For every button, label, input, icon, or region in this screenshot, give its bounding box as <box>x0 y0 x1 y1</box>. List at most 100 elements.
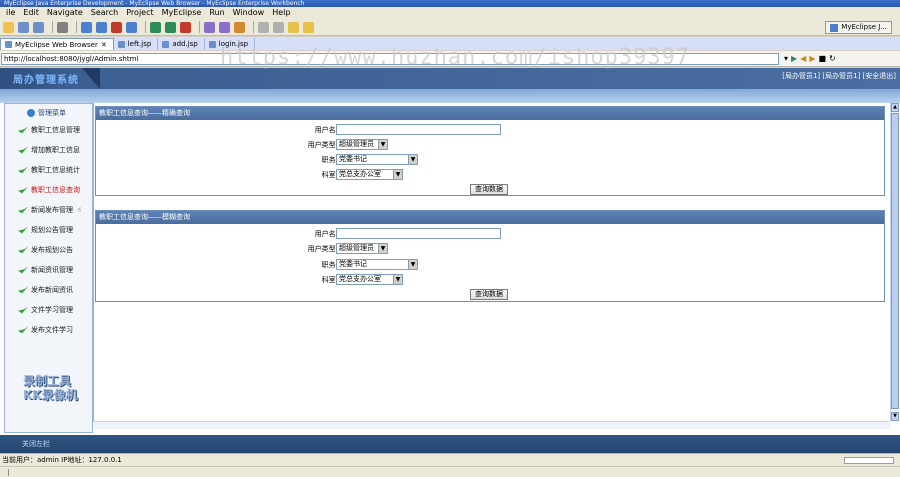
tab-web-browser[interactable]: MyEclipse Web Browser ✕ <box>0 38 114 50</box>
chevron-down-icon: ▼ <box>393 275 402 284</box>
browser-icon[interactable] <box>126 21 137 33</box>
close-sidebar-link[interactable]: 关闭左栏 <box>22 439 50 449</box>
leaf-icon <box>18 246 28 254</box>
menu-navigate[interactable]: Navigate <box>43 7 87 19</box>
open-type-icon[interactable] <box>204 21 215 33</box>
usertype-label: 用户类型: <box>307 141 338 149</box>
prev-annotation-icon[interactable] <box>258 21 269 33</box>
search-icon[interactable] <box>234 21 245 33</box>
usertype-select[interactable]: 超级管理员 ▼ <box>336 139 388 150</box>
toolbar-separator <box>253 21 254 33</box>
perspective-switcher[interactable]: MyEclipse J... <box>825 21 892 34</box>
go-icon[interactable]: ▶ <box>791 53 797 65</box>
sidebar-item-publish-notice[interactable]: 发布规划公告 <box>18 244 73 256</box>
dept-select[interactable]: 党总支办公室 ▼ <box>336 274 403 285</box>
menu-project[interactable]: Project <box>122 7 157 19</box>
usertype-select[interactable]: 超级管理员 ▼ <box>336 243 388 254</box>
web-page: 局办管理系统 [局办管员1] [局办管员1] [安全退出] 管理菜单 教职工信息… <box>0 68 900 453</box>
save-icon[interactable] <box>18 21 29 33</box>
sidebar-item-staff-stats[interactable]: 教职工信息统计 <box>18 164 80 176</box>
menu-edit[interactable]: Edit <box>19 7 43 19</box>
tab-login-jsp[interactable]: login.jsp <box>205 38 256 50</box>
perspective-icon <box>830 23 839 32</box>
scroll-thumb[interactable] <box>891 113 899 409</box>
sidebar-item-publish-doc[interactable]: 发布文件学习 <box>18 324 73 336</box>
back-icon[interactable]: ◀ <box>800 53 806 65</box>
open-resource-icon[interactable] <box>219 21 230 33</box>
menu-file[interactable]: ile <box>2 7 19 19</box>
menu-window[interactable]: Window <box>229 7 269 19</box>
deploy-icon[interactable] <box>96 21 107 33</box>
divider <box>8 469 9 476</box>
main-content: 教职工信息查询——精确查询 用户名: 用户类型: 超级管理员 ▼ 职务: 党委书… <box>93 103 890 421</box>
ide-bottom-bar <box>0 466 900 477</box>
tab-add-jsp[interactable]: add.jsp <box>158 38 205 50</box>
jsp-file-icon <box>117 40 125 48</box>
recorder-watermark: 录制工具 KK录像机 <box>23 374 78 402</box>
position-select[interactable]: 党委书记 ▼ <box>336 259 418 270</box>
debug-icon[interactable] <box>150 21 161 33</box>
username-input[interactable] <box>336 124 501 135</box>
run-icon[interactable] <box>165 21 176 33</box>
sidebar-item-news-info[interactable]: 新闻资讯管理 <box>18 264 73 276</box>
project-icon[interactable] <box>81 21 92 33</box>
menu-myeclipse[interactable]: MyEclipse <box>158 7 206 19</box>
leaf-icon <box>18 306 28 314</box>
cursor-icon: ☝ <box>77 206 82 214</box>
print-icon[interactable] <box>57 21 68 33</box>
back-icon[interactable] <box>288 21 299 33</box>
stop-icon[interactable]: ■ <box>818 53 826 65</box>
username-label: 用户名: <box>314 230 338 238</box>
server-icon[interactable] <box>111 21 122 33</box>
sidebar-item-staff-manage[interactable]: 教职工信息管理 <box>18 124 80 136</box>
editor-tabs: MyEclipse Web Browser ✕ left.jsp add.jsp… <box>0 37 900 50</box>
jsp-file-icon <box>208 40 216 48</box>
leaf-icon <box>18 286 28 294</box>
sidebar-item-news-manage[interactable]: 新闻发布管理 ☝ <box>18 204 81 216</box>
new-icon[interactable] <box>3 21 14 33</box>
forward-icon[interactable] <box>303 21 314 33</box>
sidebar-title-label: 管理菜单 <box>38 109 66 117</box>
sidebar-item-notice-manage[interactable]: 规划公告管理 <box>18 224 73 236</box>
horizontal-scrollbar[interactable] <box>93 421 890 429</box>
close-icon[interactable]: ✕ <box>101 39 107 51</box>
leaf-icon <box>18 266 28 274</box>
menu-run[interactable]: Run <box>205 7 228 19</box>
forward-icon[interactable]: ▶ <box>809 53 815 65</box>
menu-help[interactable]: Help <box>268 7 294 19</box>
jsp-file-icon <box>162 40 170 48</box>
username-input[interactable] <box>336 228 501 239</box>
user-info[interactable]: [局办管员1] [局办管员1] [安全退出] <box>782 71 896 81</box>
status-text: 当前用户：admin IP地址：127.0.0.1 <box>2 456 122 464</box>
scroll-down-icon[interactable]: ▼ <box>891 412 899 421</box>
address-bar: ▾ ▶ ◀ ▶ ■ ↻ <box>0 51 900 67</box>
tab-left-jsp[interactable]: left.jsp <box>114 38 159 50</box>
toolbar-separator <box>76 21 77 33</box>
toolbar-separator <box>145 21 146 33</box>
query-button[interactable]: 查询数据 <box>470 184 508 195</box>
dropdown-icon[interactable]: ▾ <box>784 53 788 65</box>
position-select[interactable]: 党委书记 ▼ <box>336 154 418 165</box>
tab-label: login.jsp <box>218 40 249 48</box>
query-button[interactable]: 查询数据 <box>470 289 508 300</box>
url-input[interactable] <box>1 53 779 65</box>
external-tools-icon[interactable] <box>180 21 191 33</box>
refresh-icon[interactable]: ↻ <box>829 53 836 65</box>
sidebar-item-publish-news[interactable]: 发布新闻资讯 <box>18 284 73 296</box>
scroll-up-icon[interactable]: ▲ <box>891 103 899 112</box>
chevron-down-icon: ▼ <box>408 260 417 269</box>
save-all-icon[interactable] <box>33 21 44 33</box>
menu-search[interactable]: Search <box>87 7 122 19</box>
dept-select[interactable]: 党总支办公室 ▼ <box>336 169 403 180</box>
vertical-scrollbar[interactable]: ▲ ▼ <box>890 103 899 421</box>
status-bar: 当前用户：admin IP地址：127.0.0.1 <box>0 453 900 466</box>
next-annotation-icon[interactable] <box>273 21 284 33</box>
chevron-down-icon: ▼ <box>408 155 417 164</box>
app-header: 局办管理系统 [局办管员1] [局办管员1] [安全退出] <box>0 68 900 89</box>
sidebar-title: 管理菜单 <box>27 108 66 118</box>
ide-toolbar <box>0 19 900 36</box>
sidebar-item-doc-manage[interactable]: 文件学习管理 <box>18 304 73 316</box>
sidebar-item-add-staff[interactable]: 增加教职工信息 <box>18 144 80 156</box>
sidebar-item-staff-query[interactable]: 教职工信息查询 <box>18 184 80 196</box>
chevron-down-icon: ▼ <box>378 140 387 149</box>
